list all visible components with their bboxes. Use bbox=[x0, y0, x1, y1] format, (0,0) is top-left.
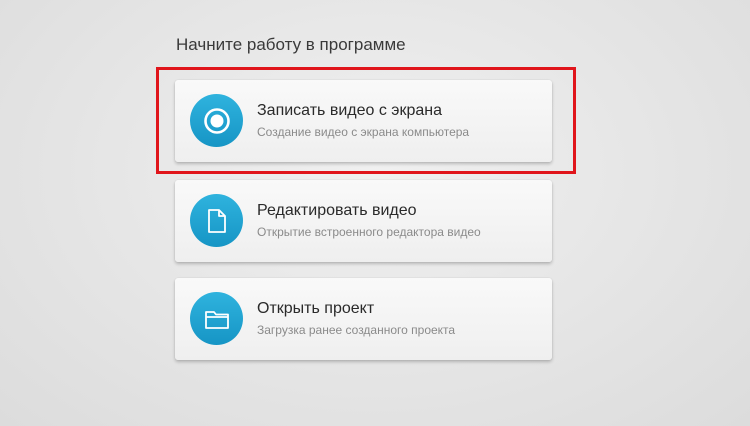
record-icon bbox=[190, 94, 243, 147]
edit-video-button[interactable]: Редактировать видео Открытие встроенного… bbox=[175, 180, 552, 262]
record-screen-subtitle: Создание видео с экрана компьютера bbox=[257, 125, 470, 139]
open-project-button[interactable]: Открыть проект Загрузка ранее созданного… bbox=[175, 278, 552, 360]
record-screen-title: Записать видео с экрана bbox=[257, 102, 442, 119]
document-icon bbox=[190, 194, 243, 247]
page-heading: Начните работу в программе bbox=[176, 35, 406, 54]
open-project-title: Открыть проект bbox=[257, 300, 375, 317]
edit-video-subtitle: Открытие встроенного редактора видео bbox=[257, 225, 481, 239]
edit-video-title: Редактировать видео bbox=[257, 202, 417, 219]
start-screen: Начните работу в программе Записать виде… bbox=[0, 0, 750, 426]
open-project-subtitle: Загрузка ранее созданного проекта bbox=[257, 323, 456, 337]
folder-icon bbox=[190, 292, 243, 345]
record-screen-button[interactable]: Записать видео с экрана Создание видео с… bbox=[175, 80, 552, 162]
